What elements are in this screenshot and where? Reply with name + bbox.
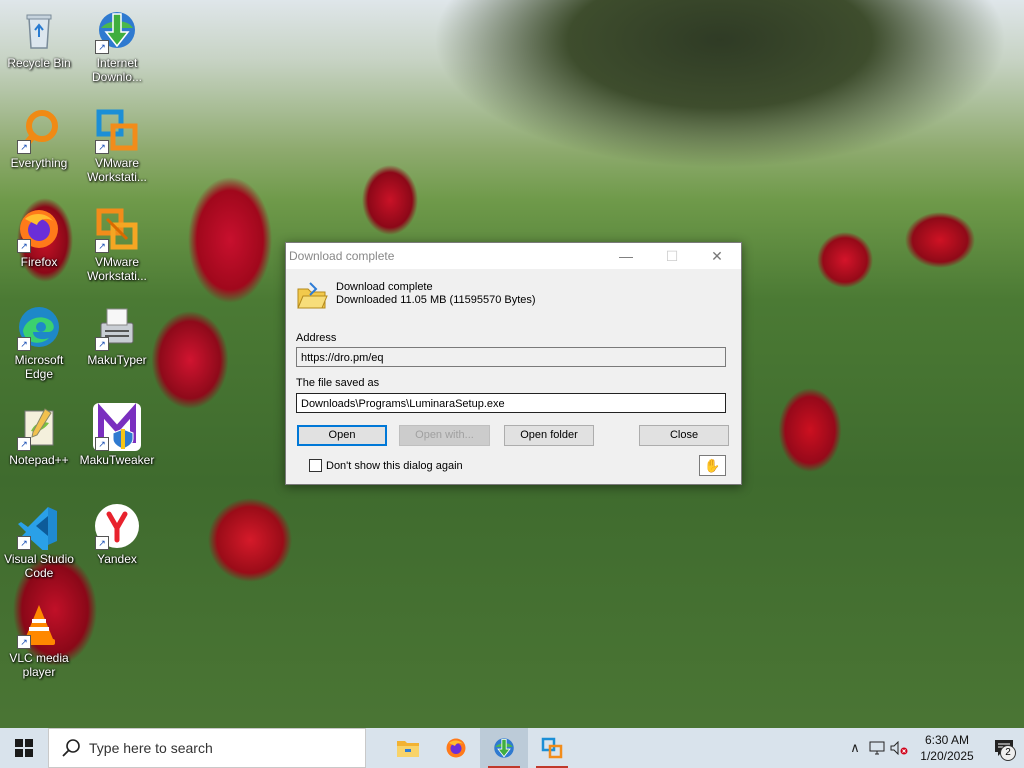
desktop: Recycle Bin ↗ Everything ↗ Firefox ↗ Mic… [0, 0, 1024, 728]
desktop-icon-firefox[interactable]: ↗ Firefox [0, 205, 78, 269]
desktop-icon-makutyper[interactable]: ↗ MakuTyper [78, 303, 156, 367]
folder-icon [397, 741, 419, 757]
notification-count-badge: 2 [1000, 745, 1016, 761]
desktop-icon-vmware-workstation-player[interactable]: ↗ VMware Workstati... [78, 205, 156, 283]
dont-show-again-label: Don't show this dialog again [326, 459, 463, 472]
shortcut-arrow-icon: ↗ [17, 536, 31, 550]
recycle-bin-icon [15, 6, 63, 54]
shortcut-arrow-icon: ↗ [95, 437, 109, 451]
clock[interactable]: 6:30 AM 1/20/2025 [910, 732, 984, 764]
taskbar-vmware-workstation[interactable] [528, 728, 576, 768]
volume-muted-icon[interactable] [888, 728, 910, 768]
shortcut-arrow-icon: ↗ [95, 337, 109, 351]
internet-download-manager-icon [494, 738, 514, 758]
search-placeholder: Type here to search [89, 740, 213, 756]
windows-logo-icon [15, 739, 33, 757]
shortcut-arrow-icon: ↗ [17, 337, 31, 351]
shortcut-arrow-icon: ↗ [95, 140, 109, 154]
vmware-workstation-icon [541, 737, 563, 759]
shortcut-arrow-icon: ↗ [17, 239, 31, 253]
vmware-workstation-player-icon: ↗ [93, 205, 141, 253]
desktop-icon-internet-download-manager[interactable]: ↗ Internet Downlo... [78, 6, 156, 84]
dont-show-again-checkbox[interactable]: Don't show this dialog again [309, 459, 463, 472]
download-heading: Download complete [336, 281, 433, 293]
download-message: Download complete Downloaded 11.05 MB (1… [336, 281, 536, 307]
saved-as-field[interactable]: Downloads\Programs\LuminaraSetup.exe [296, 393, 726, 413]
desktop-icon-vscode[interactable]: ↗ Visual Studio Code [0, 502, 78, 580]
vmware-workstation-icon: ↗ [93, 106, 141, 154]
desktop-icon-makutweaker[interactable]: ↗ MakuTweaker [78, 403, 156, 467]
checkbox-box[interactable] [309, 459, 322, 472]
shortcut-arrow-icon: ↗ [95, 536, 109, 550]
minimize-button[interactable]: — [603, 243, 649, 269]
edge-icon: ↗ [15, 303, 63, 351]
search-icon [62, 739, 80, 757]
system-tray: ∧ 6:30 AM 1/20/2025 2 [844, 728, 1024, 768]
action-center-button[interactable]: 2 [984, 728, 1024, 768]
dialog-title: Download complete [289, 249, 395, 263]
desktop-icon-vmware-workstation[interactable]: ↗ VMware Workstati... [78, 106, 156, 184]
desktop-icon-everything[interactable]: ↗ Everything [0, 106, 78, 170]
taskbar-file-explorer[interactable] [384, 728, 432, 768]
vlc-icon: ↗ [15, 601, 63, 649]
show-hidden-icons-chevron-icon[interactable]: ∧ [844, 728, 866, 768]
saved-as-label: The file saved as [296, 377, 380, 389]
firefox-icon: ↗ [15, 205, 63, 253]
taskbar: Type here to search ∧ 6:30 AM 1/20/2025 … [0, 728, 1024, 768]
close-button[interactable]: Close [639, 425, 729, 446]
desktop-icon-yandex[interactable]: ↗ Yandex [78, 502, 156, 566]
dialog-titlebar[interactable]: Download complete — ☐ ✕ [286, 243, 741, 269]
address-field[interactable]: https://dro.pm/eq [296, 347, 726, 367]
taskbar-search-box[interactable]: Type here to search [48, 728, 366, 768]
shortcut-arrow-icon: ↗ [17, 140, 31, 154]
shortcut-arrow-icon: ↗ [95, 239, 109, 253]
vscode-icon: ↗ [15, 502, 63, 555]
network-icon[interactable] [866, 728, 888, 768]
makutyper-icon: ↗ [93, 303, 141, 351]
taskbar-firefox[interactable] [432, 728, 480, 768]
desktop-icon-notepadpp[interactable]: ↗ Notepad++ [0, 403, 78, 467]
yandex-icon: ↗ [93, 502, 141, 550]
open-button[interactable]: Open [297, 425, 387, 446]
notepadpp-icon: ↗ [15, 403, 63, 451]
clock-date: 1/20/2025 [920, 749, 974, 763]
shortcut-arrow-icon: ↗ [17, 437, 31, 451]
open-folder-icon [296, 281, 328, 311]
address-label: Address [296, 332, 337, 344]
internet-download-manager-icon: ↗ [93, 6, 141, 54]
desktop-icon-recycle-bin[interactable]: Recycle Bin [0, 6, 78, 70]
open-with-button[interactable]: Open with... [399, 425, 490, 446]
taskbar-internet-download-manager[interactable] [480, 728, 528, 768]
desktop-icon-vlc[interactable]: ↗ VLC media player [0, 601, 78, 679]
close-window-button[interactable]: ✕ [694, 243, 740, 269]
clock-time: 6:30 AM [924, 733, 970, 747]
drag-hand-icon[interactable]: ✋ [699, 455, 726, 476]
open-folder-button[interactable]: Open folder [504, 425, 594, 446]
start-button[interactable] [0, 728, 48, 768]
firefox-icon [446, 738, 466, 758]
maximize-button[interactable]: ☐ [649, 243, 695, 269]
makutweaker-icon: ↗ [93, 403, 141, 451]
desktop-icon-edge[interactable]: ↗ Microsoft Edge [0, 303, 78, 381]
download-complete-dialog: Download complete — ☐ ✕ Download complet… [285, 242, 742, 485]
shortcut-arrow-icon: ↗ [95, 40, 109, 54]
everything-search-icon: ↗ [15, 106, 63, 154]
download-size-text: Downloaded 11.05 MB (11595570 Bytes) [336, 294, 536, 306]
shortcut-arrow-icon: ↗ [17, 635, 31, 649]
